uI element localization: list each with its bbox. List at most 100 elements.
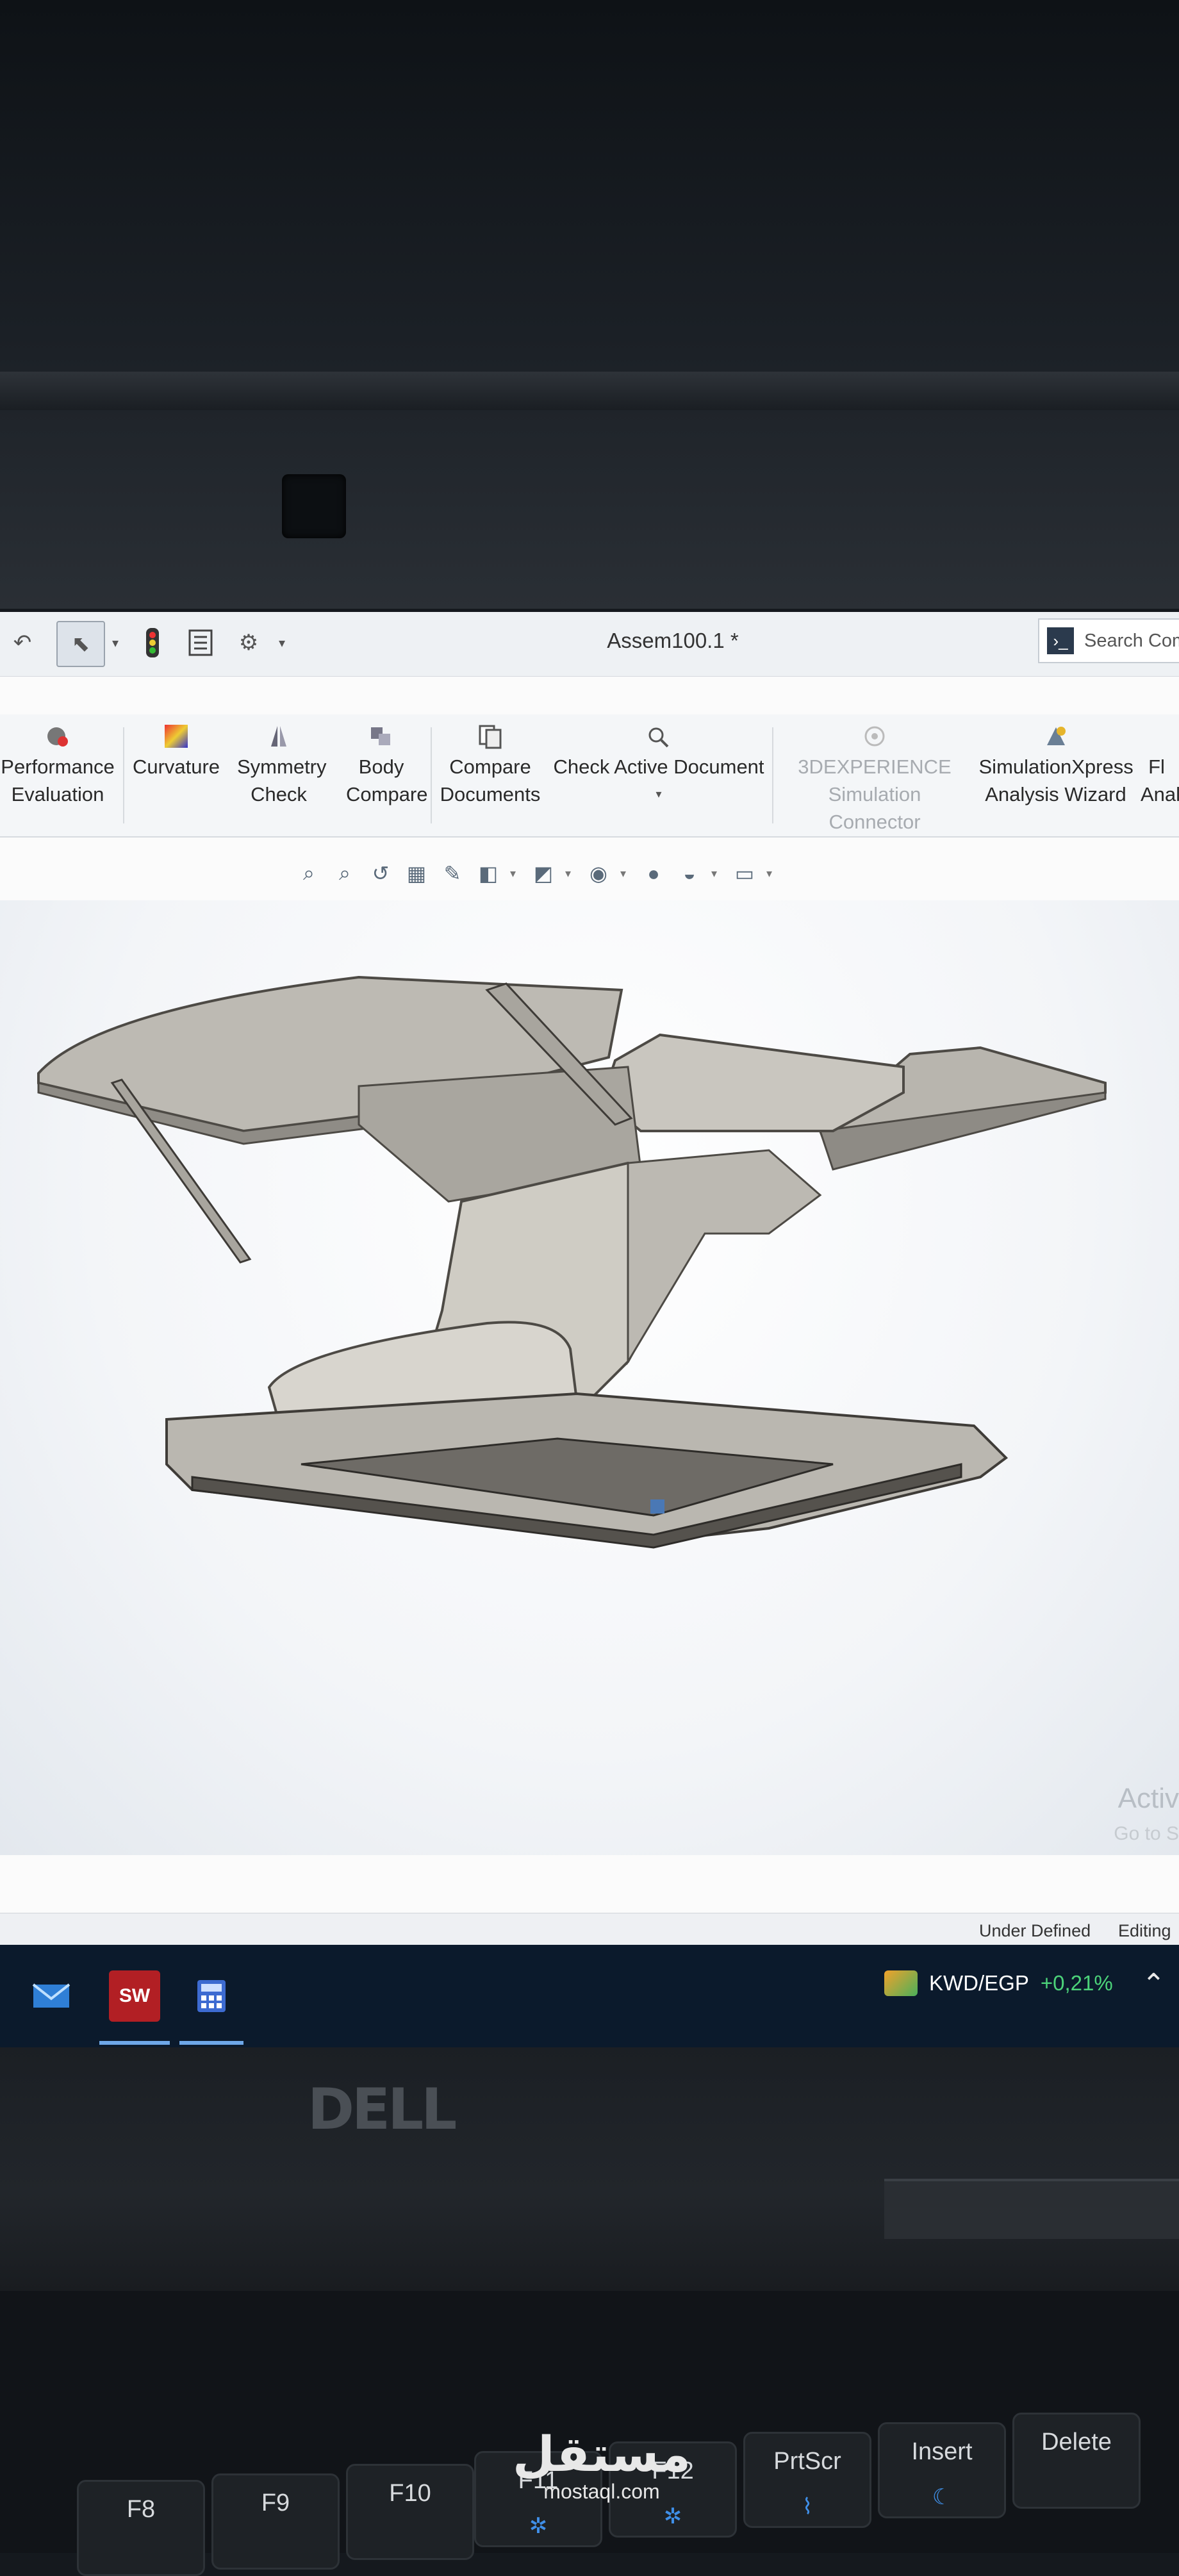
previous-view-icon[interactable]: ↺ (367, 859, 395, 888)
ribbon-performance-evaluation[interactable]: Performance Evaluation (0, 714, 115, 836)
currency-pair: KWD/EGP (929, 1971, 1029, 1995)
ribbon-compare-documents[interactable]: Compare Documents (436, 714, 545, 836)
performance-evaluation-icon (44, 722, 72, 750)
display-style-icon[interactable]: ◩ (529, 859, 557, 888)
editing-status: Editing (1118, 1921, 1171, 1940)
heads-up-view-toolbar: ⌕ ⌕ ↺ ▦ ✎ ◧ ▾ ◩ ▾ ◉ ▾ ● ◒ ▾ ▭ ▾ (295, 855, 778, 891)
bezel-ridge (0, 372, 1179, 410)
edit-appearance-icon[interactable]: ● (639, 859, 668, 888)
options-gear-icon[interactable]: ⚙ (231, 621, 267, 665)
sleep-icon: ☾ (932, 2485, 952, 2509)
ribbon-label: 3DEXPERIENCE Simulation Connector (798, 755, 952, 833)
view-orientation-icon[interactable]: ◧ (474, 859, 502, 888)
flow-analysis-icon (1141, 722, 1169, 750)
file-properties-icon[interactable] (183, 621, 218, 665)
ribbon-label: Check Active Document (553, 755, 764, 778)
ribbon-body-compare[interactable]: Body Compare (333, 714, 429, 836)
title-bar: ↶ ⬉ ▾ ⚙ ▾ Assem100.1 * ›_ Search Com (0, 612, 1179, 677)
brightness-up-icon: ✲ (663, 2504, 682, 2529)
check-active-document-icon (645, 722, 673, 750)
search-commands-input[interactable]: ›_ Search Com (1038, 618, 1179, 663)
activate-windows-watermark: Activ (1117, 1783, 1179, 1814)
activate-windows-subtext: Go to S (1114, 1823, 1179, 1844)
ribbon-label: Body Compare (346, 755, 428, 805)
windows-taskbar: SW KWD/EGP +0,21% ⌃ (0, 1945, 1179, 2047)
brightness-down-icon: ✲ (529, 2514, 548, 2538)
graphics-area[interactable]: Activ Go to S (0, 900, 1179, 1855)
undo-icon[interactable]: ↶ (0, 621, 45, 665)
column-collar (627, 1149, 822, 1366)
mail-icon[interactable] (26, 1970, 77, 2022)
ribbon-flow-analysis[interactable]: Fl Anal (1141, 714, 1179, 836)
ribbon-curvature[interactable]: Curvature (128, 714, 224, 836)
ribbon-label: Compare Documents (440, 755, 541, 805)
site-watermark: مستقل mostaql.com (513, 2429, 691, 2504)
ribbon-label: Symmetry Check (237, 755, 327, 805)
ribbon-label: Performance Evaluation (1, 755, 115, 805)
symmetry-check-icon (265, 722, 293, 750)
key-f10: F10 (346, 2464, 474, 2560)
view-orientation-caret-icon[interactable]: ▾ (510, 867, 522, 880)
select-dropdown-caret-icon[interactable]: ▾ (106, 621, 125, 665)
webcam (282, 474, 346, 538)
key-label: Insert (911, 2438, 973, 2465)
wireless-icon: ⌇ (802, 2495, 813, 2519)
brand-logo: DELL (308, 2076, 457, 2142)
hide-show-caret-icon[interactable]: ▾ (620, 867, 632, 880)
key-label: Delete (1041, 2429, 1112, 2456)
laptop-chin (0, 2047, 1179, 2291)
definition-status: Under Defined (979, 1921, 1091, 1940)
site-watermark-arabic: مستقل (513, 2425, 691, 2482)
key-label: F9 (261, 2489, 290, 2516)
apply-scene-icon[interactable]: ◒ (675, 859, 704, 888)
active-app-indicator (99, 2041, 170, 2045)
simulation-connector-icon (861, 722, 889, 750)
document-title: Assem100.1 * (607, 629, 739, 652)
ribbon-separator (431, 727, 432, 823)
screen: ↶ ⬉ ▾ ⚙ ▾ Assem100.1 * ›_ Search Com Per… (0, 612, 1179, 2047)
currency-ticker-widget[interactable]: KWD/EGP +0,21% (884, 1970, 1113, 1996)
options-caret-icon[interactable]: ▾ (272, 621, 292, 665)
open-app-indicator (179, 2041, 243, 2045)
show-hidden-icons-chevron-icon[interactable]: ⌃ (1142, 1968, 1166, 2001)
hide-show-items-icon[interactable]: ◉ (584, 859, 613, 888)
zoom-to-fit-icon[interactable]: ⌕ (295, 859, 323, 888)
currency-change: +0,21% (1040, 1971, 1113, 1995)
select-tool-button[interactable]: ⬉ (56, 621, 105, 667)
calculator-icon[interactable] (186, 1970, 237, 2022)
zoom-to-area-icon[interactable]: ⌕ (331, 859, 359, 888)
apply-scene-caret-icon[interactable]: ▾ (711, 867, 723, 880)
ribbon-check-active-document[interactable]: Check Active Document ▾ (550, 714, 768, 836)
ribbon-symmetry-check[interactable]: Symmetry Check (231, 714, 327, 836)
key-insert: Insert ☾ (878, 2422, 1006, 2518)
cursor-handle (650, 1499, 664, 1514)
ribbon-3dexperience-simulation-connector: 3DEXPERIENCE Simulation Connector (779, 714, 971, 836)
ribbon-separator (123, 727, 124, 823)
dynamic-annotation-icon[interactable]: ✎ (438, 859, 466, 888)
solidworks-label: SW (119, 1985, 151, 2006)
assembly-model[interactable] (0, 900, 1179, 1855)
ribbon-simulationxpress[interactable]: SimulationXpress Analysis Wizard (977, 714, 1134, 836)
laptop-hinge (884, 2179, 1179, 2239)
view-settings-caret-icon[interactable]: ▾ (766, 867, 778, 880)
key-label: PrtScr (773, 2448, 841, 2475)
ribbon-separator (772, 727, 773, 823)
key-label: F8 (126, 2496, 156, 2523)
key-label: F10 (389, 2480, 431, 2507)
cursor-arrow-icon: ⬉ (71, 632, 90, 656)
currency-widget-icon (884, 1970, 918, 1996)
status-bar: Under Defined Editing (0, 1913, 1179, 1945)
top-central-block (600, 1033, 905, 1132)
section-view-icon[interactable]: ▦ (402, 859, 431, 888)
curvature-icon (162, 722, 190, 750)
solidworks-icon[interactable]: SW (109, 1970, 160, 2022)
site-watermark-url: mostaql.com (543, 2480, 660, 2503)
view-settings-icon[interactable]: ▭ (730, 859, 759, 888)
rebuild-traffic-light-icon[interactable] (135, 621, 170, 665)
body-compare-icon (367, 722, 395, 750)
compare-documents-icon (476, 722, 504, 750)
ribbon-dropdown-caret-icon[interactable]: ▾ (655, 780, 661, 808)
simulationxpress-icon (1042, 722, 1070, 750)
laptop-top-bezel (0, 0, 1179, 609)
display-style-caret-icon[interactable]: ▾ (565, 867, 577, 880)
